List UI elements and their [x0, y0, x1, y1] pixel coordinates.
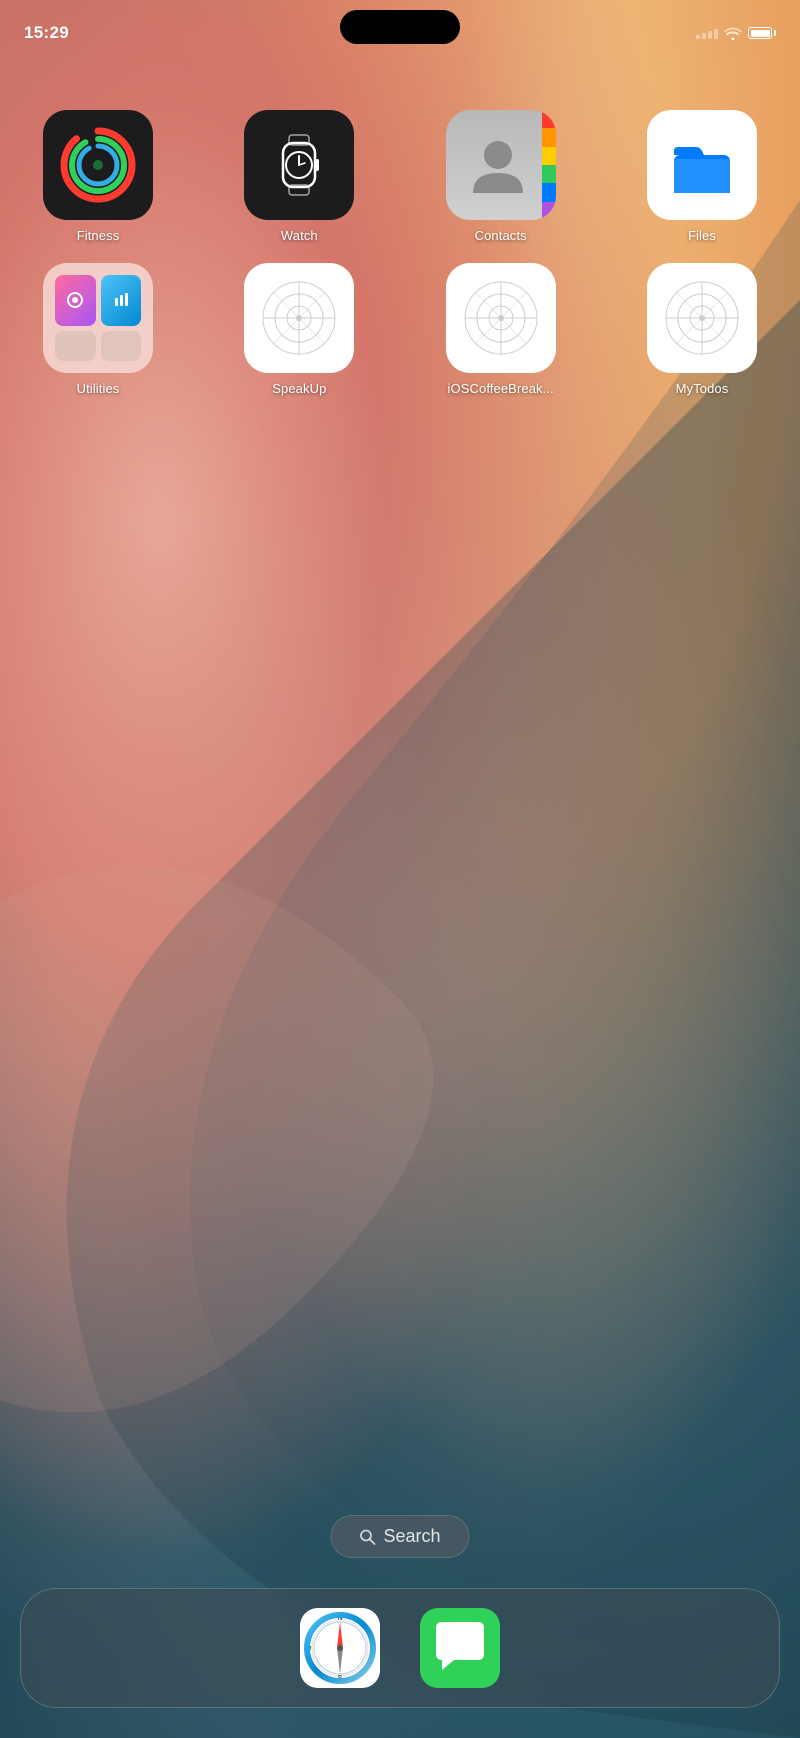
search-icon	[359, 1529, 375, 1545]
app-speakup[interactable]: SpeakUp	[229, 263, 369, 396]
utilities-icon	[43, 263, 153, 373]
status-time: 15:29	[24, 23, 69, 43]
ioscoffeebreak-icon	[446, 263, 556, 373]
fitness-label: Fitness	[77, 228, 120, 243]
search-label: Search	[383, 1526, 440, 1547]
wifi-icon	[724, 26, 742, 40]
app-utilities[interactable]: Utilities	[28, 263, 168, 396]
speakup-icon	[244, 263, 354, 373]
app-row-2: Utilities	[28, 263, 772, 396]
battery-icon	[748, 27, 776, 39]
app-watch[interactable]: Watch	[229, 110, 369, 243]
app-ioscoffeebreak[interactable]: iOSCoffeeBreak...	[431, 263, 571, 396]
app-files[interactable]: Files	[632, 110, 772, 243]
contacts-icon	[446, 110, 556, 220]
dock-app-safari[interactable]: N S E W	[300, 1608, 380, 1688]
dynamic-island	[340, 10, 460, 44]
watch-label: Watch	[281, 228, 318, 243]
search-bar[interactable]: Search	[330, 1515, 469, 1558]
signal-icon	[696, 27, 718, 39]
messages-icon	[420, 1608, 500, 1688]
utilities-label: Utilities	[77, 381, 120, 396]
contacts-label: Contacts	[475, 228, 527, 243]
safari-icon: N S E W	[300, 1608, 380, 1688]
app-mytodos[interactable]: MyTodos	[632, 263, 772, 396]
mytodos-icon	[647, 263, 757, 373]
app-row-1: Fitness	[28, 110, 772, 243]
app-fitness[interactable]: Fitness	[28, 110, 168, 243]
mytodos-label: MyTodos	[676, 381, 729, 396]
fitness-icon	[43, 110, 153, 220]
status-icons	[696, 26, 776, 40]
speakup-label: SpeakUp	[272, 381, 326, 396]
app-contacts[interactable]: Contacts	[431, 110, 571, 243]
watch-icon	[244, 110, 354, 220]
ioscoffeebreak-label: iOSCoffeeBreak...	[448, 381, 554, 396]
dock-app-messages[interactable]	[420, 1608, 500, 1688]
dock: N S E W	[20, 1588, 780, 1708]
files-label: Files	[688, 228, 716, 243]
app-grid: Fitness	[0, 110, 800, 416]
files-icon	[647, 110, 757, 220]
search-pill[interactable]: Search	[330, 1515, 469, 1558]
